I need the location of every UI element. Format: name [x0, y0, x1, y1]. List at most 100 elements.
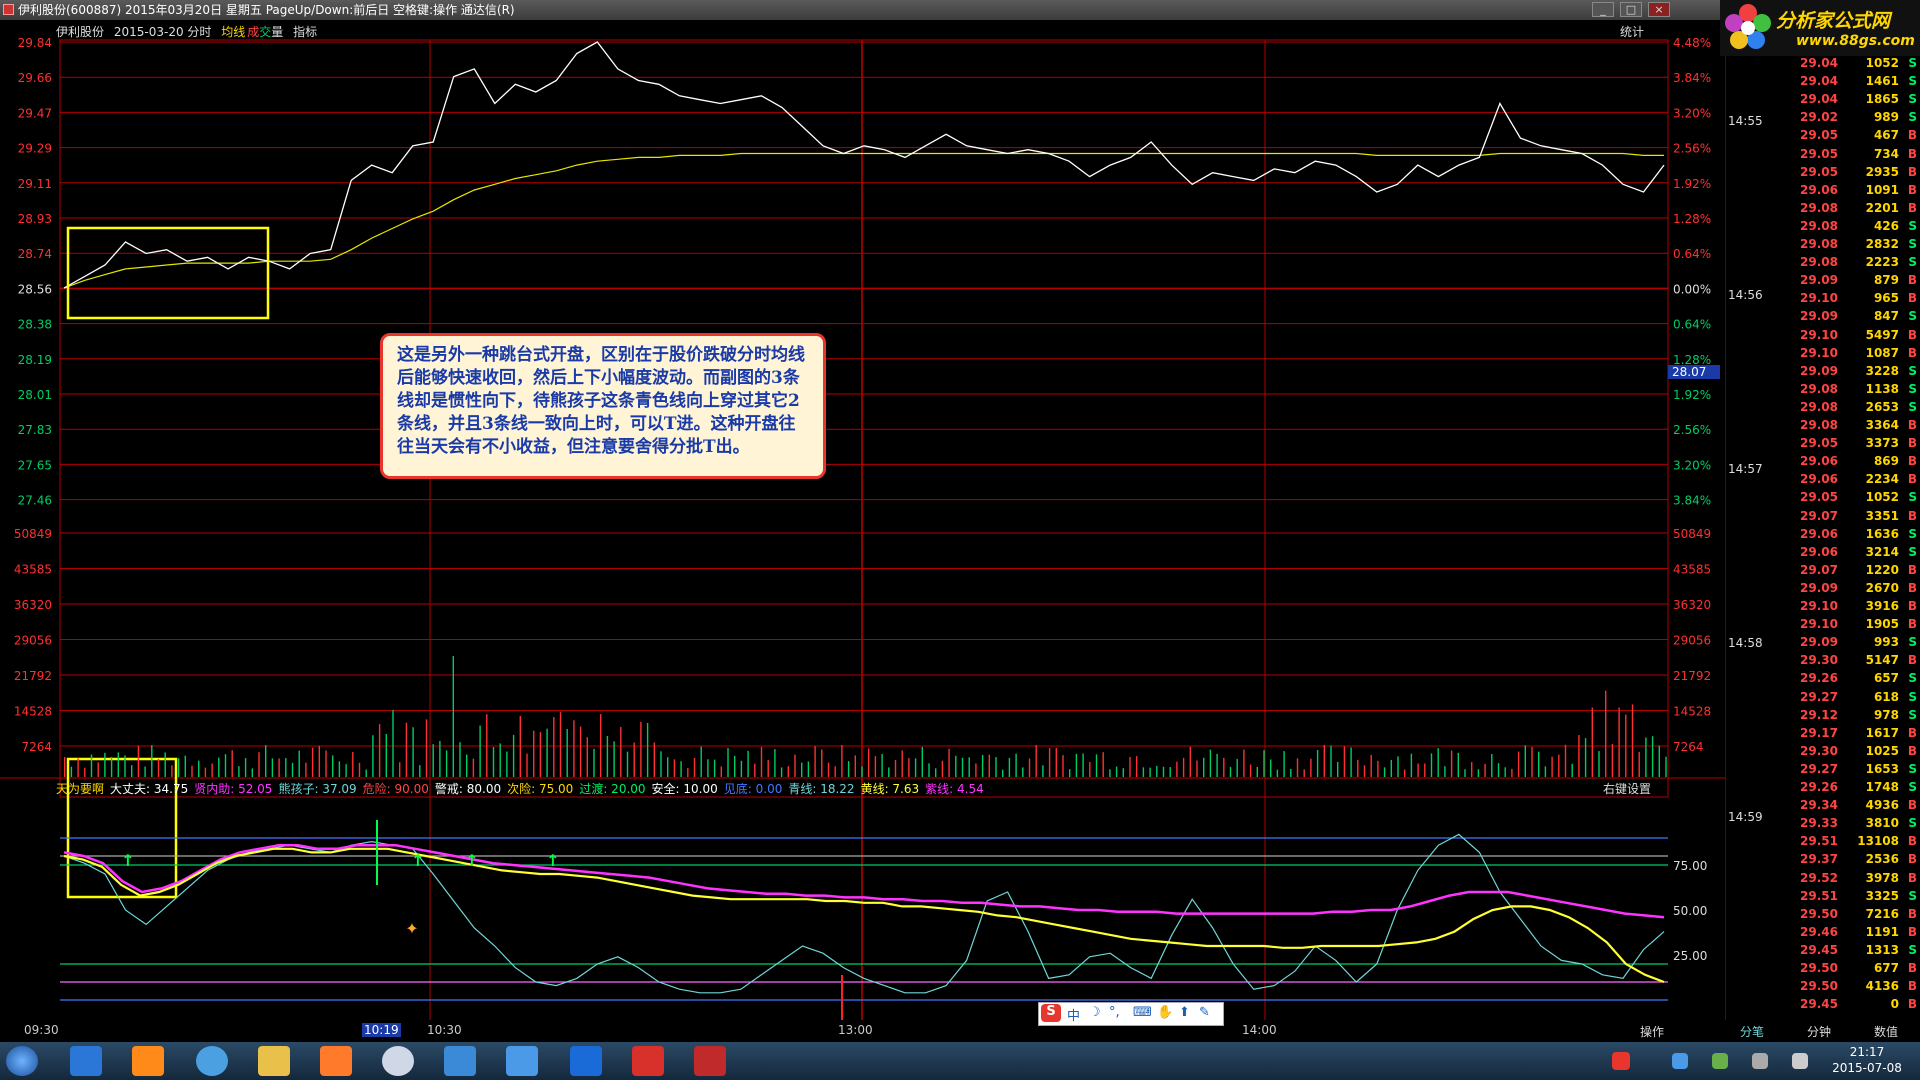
volume-bar [298, 750, 300, 777]
buy-arrow-icon: ↑ [546, 851, 559, 870]
sogou-browser-icon[interactable] [382, 1046, 414, 1076]
tick-cell: 29.45 [1800, 942, 1838, 957]
volume-bar [1256, 767, 1258, 777]
explorer-icon[interactable] [258, 1046, 290, 1076]
volume-bar [600, 714, 602, 777]
tick-row: 29.06 3214 S [1726, 545, 1920, 563]
moon-icon[interactable]: ☽ [1089, 1005, 1101, 1020]
tick-cell: 3978 [1865, 870, 1899, 885]
close-button[interactable]: × [1648, 2, 1670, 17]
album-icon[interactable] [320, 1046, 352, 1076]
volume-bar [1598, 751, 1600, 777]
volume-bar [1484, 763, 1486, 777]
volume-bar [1524, 745, 1526, 777]
taskbar [0, 1042, 1920, 1080]
tick-cell: S [1908, 399, 1917, 414]
tick-cell: 29.05 [1800, 490, 1838, 505]
price-tick-label: 27.83 [18, 423, 52, 437]
volume-bar [311, 747, 314, 777]
tick-row: 29.37 2536 B [1726, 852, 1920, 870]
right-click-settings[interactable]: 右键设置 [1603, 780, 1651, 797]
minimize-button[interactable]: _ [1592, 2, 1614, 17]
kugou-icon[interactable] [196, 1046, 228, 1076]
tdx-icon[interactable] [632, 1046, 664, 1076]
volume-bar [1015, 753, 1017, 777]
maximize-button[interactable]: □ [1620, 2, 1642, 17]
volume-bar [492, 746, 495, 777]
tick-row: 29.05 2935 B [1726, 165, 1920, 183]
tab-ticks[interactable]: 分笔 [1740, 1023, 1764, 1040]
ime-toolbar[interactable]: S 中 ☽ °, ⌨ ✋ ⬆ ✎ [1038, 1002, 1224, 1026]
tick-cell: S [1908, 544, 1917, 559]
tray-flag-icon[interactable] [1792, 1053, 1808, 1069]
tick-cell: B [1907, 961, 1917, 975]
tick-row: 29.17 1617 B [1726, 726, 1920, 744]
ie-alt-icon[interactable] [444, 1046, 476, 1076]
tick-panel[interactable]: 29.04 1052 S 29.04 1461 S 29.04 1865 S 29.02 989 S 2… [1725, 56, 1920, 1020]
tray-network-icon[interactable] [1712, 1053, 1728, 1069]
tick-cell: 29.10 [1800, 327, 1838, 342]
volume-bar [1551, 756, 1553, 777]
volume-bar [184, 755, 186, 777]
media-player-icon[interactable] [132, 1046, 164, 1076]
pct-tick-label: 1.28% [1673, 212, 1711, 226]
volume-bar [1296, 758, 1299, 777]
punct-icon[interactable]: °, [1109, 1005, 1120, 1020]
volume-bar [131, 765, 133, 777]
tick-cell: 29.04 [1800, 74, 1838, 89]
tick-cell: 29.46 [1800, 924, 1838, 939]
tray-shield-icon[interactable] [1672, 1053, 1688, 1069]
tick-row: 29.05 1052 S [1726, 490, 1920, 508]
tick-row: 29.26 1748 S [1726, 780, 1920, 798]
system-clock[interactable]: 21:17 2015-07-08 [1822, 1044, 1912, 1076]
tick-row: 29.04 1461 S [1726, 74, 1920, 92]
tick-cell: S [1908, 237, 1917, 251]
volume-bar [97, 762, 99, 777]
ime-mode[interactable]: 中 [1067, 1005, 1080, 1024]
tick-cell: 1091 [1865, 182, 1899, 197]
shirt-icon[interactable]: ⬆ [1179, 1005, 1190, 1020]
volume-bar [921, 746, 923, 777]
tab-values[interactable]: 数值 [1874, 1023, 1898, 1040]
stock-app-icon[interactable] [694, 1046, 726, 1076]
keyboard-icon[interactable]: ⌨ [1133, 1005, 1152, 1020]
volume-bar [1249, 764, 1252, 777]
tick-cell: 29.17 [1800, 725, 1838, 740]
volume-bar [472, 758, 475, 777]
sogou-icon[interactable]: S [1041, 1004, 1061, 1022]
tick-row: 29.04 1052 S [1726, 56, 1920, 74]
intraday-chart[interactable]: 29.84 4.48% 29.66 3.84% 29.47 3.20% 29.29 2.56%… [0, 20, 1725, 1020]
volume-bar [787, 766, 789, 777]
tab-minutes[interactable]: 分钟 [1807, 1023, 1831, 1040]
tick-cell: B [1907, 273, 1917, 288]
volume-bar [553, 717, 555, 777]
volume-bar [814, 746, 816, 777]
tick-cell: B [1907, 200, 1917, 215]
tick-cell: 618 [1873, 689, 1899, 704]
browser-icon[interactable] [570, 1046, 602, 1076]
tick-cell: 3373 [1865, 436, 1899, 451]
volume-bar [834, 766, 836, 777]
volume-bar [579, 726, 582, 777]
volume-bar [693, 757, 696, 777]
tick-cell: S [1908, 761, 1917, 776]
tray-sogou-icon[interactable] [1612, 1052, 1630, 1070]
tick-row: 29.05 3373 B [1726, 436, 1920, 454]
tick-row: 29.09 2670 B [1726, 581, 1920, 599]
tick-cell: S [1908, 816, 1917, 831]
volume-bar [948, 748, 950, 777]
start-button-icon[interactable] [6, 1046, 38, 1076]
tab-operate[interactable]: 操作 [1640, 1023, 1664, 1040]
tray-volume-icon[interactable] [1752, 1053, 1768, 1069]
cloud-icon[interactable] [506, 1046, 538, 1076]
tick-row: 29.46 1191 B [1726, 925, 1920, 943]
wrench-icon[interactable]: ✎ [1199, 1005, 1210, 1020]
ie-icon[interactable] [70, 1046, 102, 1076]
volume-bar [780, 767, 783, 777]
volume-bar [251, 768, 253, 777]
hand-icon[interactable]: ✋ [1157, 1005, 1173, 1020]
clock-date: 2015-07-08 [1832, 1061, 1902, 1075]
tick-cell: B [1907, 725, 1917, 740]
tick-cell: 2223 [1865, 255, 1899, 270]
tick-cell: B [1907, 327, 1917, 342]
